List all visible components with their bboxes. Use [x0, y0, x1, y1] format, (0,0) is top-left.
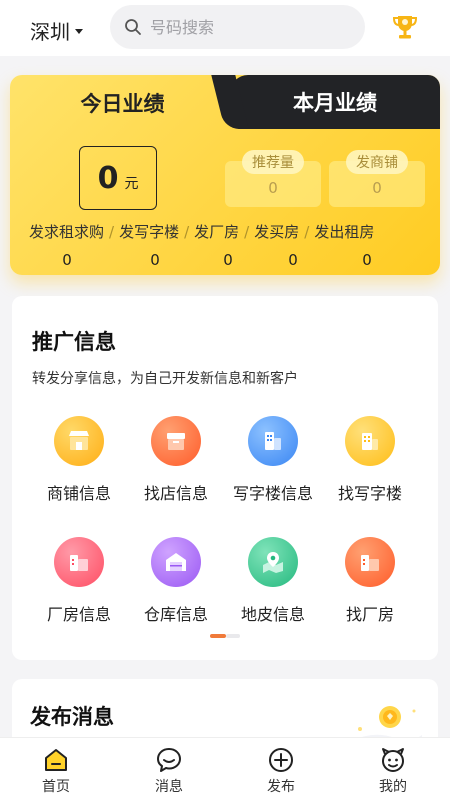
city-label: 深圳 — [30, 20, 70, 44]
earnings-unit: 元 — [124, 176, 139, 192]
metric-separator: / — [109, 223, 115, 241]
nav-profile[interactable]: 我的 — [348, 746, 438, 796]
stat-shops-value: 0 — [372, 179, 382, 197]
metric-separator: / — [304, 223, 310, 241]
search-input[interactable] — [150, 17, 340, 37]
metric-label: 发厂房 — [194, 223, 240, 241]
coin-illustration-icon — [352, 706, 422, 741]
bottom-navigation: 首页 消息 发布 我的 — [0, 737, 450, 800]
metric-value: 0 — [288, 251, 298, 269]
search-icon — [125, 19, 141, 35]
nav-publish[interactable]: 发布 — [236, 746, 326, 796]
tab-month-performance[interactable]: 本月业绩 — [230, 75, 440, 129]
stat-recommend-label: 推荐量 — [242, 150, 304, 174]
promotion-subtitle: 转发分享信息，为自己开发新信息和新客户 — [32, 371, 298, 387]
metric-label: 发出租房 — [314, 223, 375, 241]
page-indicator-active — [210, 634, 226, 638]
grid-item-find-store[interactable]: 找店信息 — [126, 416, 226, 504]
grid-item-warehouse-info[interactable]: 仓库信息 — [126, 537, 226, 625]
shop-icon — [54, 416, 104, 466]
land-map-icon — [248, 537, 298, 587]
promotion-card: 推广信息 转发分享信息，为自己开发新信息和新客户 商铺信息 找店信息 写字楼信息… — [12, 296, 438, 660]
grid-item-label: 写字楼信息 — [232, 484, 313, 503]
tab-today-performance[interactable]: 今日业绩 — [10, 75, 235, 131]
city-selector[interactable]: 深圳 — [30, 16, 83, 45]
grid-item-label: 地皮信息 — [240, 605, 305, 624]
factory-icon — [54, 537, 104, 587]
grid-item-office-info[interactable]: 写字楼信息 — [223, 416, 323, 504]
nav-home-label: 首页 — [42, 779, 70, 795]
stat-shops: 发商铺 0 — [329, 150, 425, 207]
grid-item-label: 商铺信息 — [46, 484, 111, 503]
metric-value: 0 — [62, 251, 72, 269]
warehouse-icon — [151, 537, 201, 587]
nav-home[interactable]: 首页 — [11, 746, 101, 796]
tab-month-label: 本月业绩 — [293, 91, 377, 115]
nav-messages[interactable]: 消息 — [124, 746, 214, 796]
metric-value: 0 — [150, 251, 160, 269]
grid-item-label: 找厂房 — [345, 605, 394, 624]
plus-circle-icon — [269, 748, 293, 772]
metric-labels: 发求租求购 / 发写字楼 / 发厂房 / 发买房 / 发出租房 — [29, 221, 374, 242]
grid-item-label: 找店信息 — [143, 484, 208, 503]
grid-item-label: 找写字楼 — [337, 484, 402, 503]
nav-publish-label: 发布 — [267, 779, 295, 795]
caret-down-icon — [75, 29, 83, 34]
message-icon — [157, 748, 181, 772]
find-factory-icon — [345, 537, 395, 587]
performance-card: 今日业绩 本月业绩 0 元 推荐量 0 发商铺 0 发求租求购 / 发写字楼 / 发厂房… — [10, 75, 440, 275]
stat-recommend-value: 0 — [268, 179, 278, 197]
metric-value: 0 — [362, 251, 372, 269]
publish-title: 发布消息 — [30, 705, 114, 729]
metric-label: 发求租求购 — [29, 223, 105, 241]
metric-label: 发买房 — [254, 223, 300, 241]
office-building-icon — [248, 416, 298, 466]
store-box-icon — [151, 416, 201, 466]
stat-recommend: 推荐量 0 — [225, 150, 321, 207]
earnings-value: 0 — [97, 161, 119, 196]
earnings-box: 0 元 — [79, 146, 157, 210]
promotion-title: 推广信息 — [32, 330, 116, 354]
grid-item-factory-info[interactable]: 厂房信息 — [29, 537, 129, 625]
page-indicator — [210, 634, 240, 638]
profile-face-icon — [382, 748, 404, 772]
stat-shops-label: 发商铺 — [346, 150, 408, 174]
tab-today-label: 今日业绩 — [80, 92, 165, 116]
grid-item-label: 厂房信息 — [46, 605, 111, 624]
metric-value: 0 — [223, 251, 233, 269]
search-bar[interactable] — [110, 5, 365, 49]
nav-messages-label: 消息 — [155, 779, 183, 795]
find-office-icon — [345, 416, 395, 466]
grid-item-find-office[interactable]: 找写字楼 — [320, 416, 420, 504]
metric-separator: / — [244, 223, 250, 241]
grid-item-label: 仓库信息 — [143, 605, 208, 624]
metric-separator: / — [184, 223, 190, 241]
nav-profile-label: 我的 — [379, 779, 407, 795]
top-bar: 深圳 — [0, 0, 450, 56]
page-indicator-inactive — [226, 634, 240, 638]
grid-item-land-info[interactable]: 地皮信息 — [223, 537, 323, 625]
grid-item-shop-info[interactable]: 商铺信息 — [29, 416, 129, 504]
trophy-icon[interactable] — [390, 12, 420, 42]
home-icon — [45, 749, 67, 771]
metric-label: 发写字楼 — [119, 223, 180, 241]
grid-item-find-factory[interactable]: 找厂房 — [320, 537, 420, 625]
